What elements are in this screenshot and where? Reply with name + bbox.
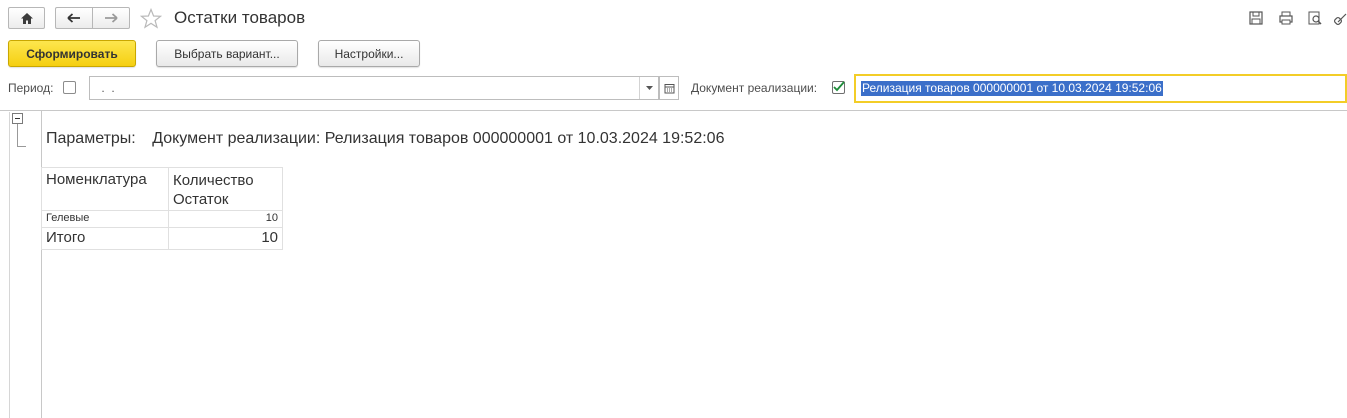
doc-value: Релизация товаров 000000001 от 10.03.202… xyxy=(861,81,1163,96)
star-icon[interactable] xyxy=(140,8,162,29)
period-value: . . xyxy=(98,81,115,95)
calendar-icon xyxy=(664,83,674,93)
home-icon xyxy=(20,12,33,24)
total-qty: 10 xyxy=(168,227,283,250)
save-icon[interactable] xyxy=(1248,10,1264,26)
collapse-group-button[interactable] xyxy=(12,113,23,124)
print-icon[interactable] xyxy=(1278,10,1294,26)
report-table: Номенклатура Количество Остаток Гелевые … xyxy=(41,167,283,250)
parameters-line: Параметры: Документ реализации: Релизаци… xyxy=(46,130,724,148)
forward-button[interactable] xyxy=(92,7,130,29)
table-header-row: Номенклатура Количество Остаток xyxy=(41,167,283,211)
minus-icon xyxy=(15,118,20,119)
doc-checkbox[interactable] xyxy=(832,81,845,94)
doc-label: Документ реализации: xyxy=(691,81,818,95)
report-left-border xyxy=(41,110,42,418)
header-qty-line1: Количество xyxy=(173,172,254,189)
total-label: Итого xyxy=(41,227,169,250)
header-qty: Количество Остаток xyxy=(168,167,283,211)
forward-arrow-icon xyxy=(105,13,118,23)
link-icon[interactable] xyxy=(1334,10,1347,26)
header-item-label: Номенклатура xyxy=(46,171,147,188)
checkmark-icon xyxy=(833,81,845,92)
settings-button[interactable]: Настройки... xyxy=(318,40,420,67)
home-button[interactable] xyxy=(8,7,45,29)
table-row: Гелевые 10 xyxy=(41,210,283,228)
report-top-border xyxy=(0,110,1347,111)
back-arrow-icon xyxy=(67,13,80,23)
row-item: Гелевые xyxy=(41,210,169,228)
choose-variant-button[interactable]: Выбрать вариант... xyxy=(156,40,298,67)
period-label: Период: xyxy=(8,81,54,95)
group-bracket xyxy=(17,124,26,147)
page-title: Остатки товаров xyxy=(174,8,306,27)
row-qty: 10 xyxy=(168,210,283,228)
period-field[interactable]: . . xyxy=(89,76,659,100)
parameters-value: Документ реализации: Релизация товаров 0… xyxy=(152,130,725,147)
calendar-button[interactable] xyxy=(659,76,679,100)
preview-icon[interactable] xyxy=(1307,10,1323,26)
group-gutter-line xyxy=(9,112,10,418)
header-item: Номенклатура xyxy=(41,167,169,211)
total-row: Итого 10 xyxy=(41,227,283,250)
back-button[interactable] xyxy=(55,7,92,29)
period-checkbox[interactable] xyxy=(63,81,76,94)
generate-button[interactable]: Сформировать xyxy=(8,40,136,67)
chevron-down-icon xyxy=(645,86,653,90)
parameters-label: Параметры: xyxy=(46,130,136,147)
period-dropdown-button[interactable] xyxy=(639,77,658,99)
doc-field[interactable]: Релизация товаров 000000001 от 10.03.202… xyxy=(854,74,1347,103)
header-qty-line2: Остаток xyxy=(173,191,229,208)
